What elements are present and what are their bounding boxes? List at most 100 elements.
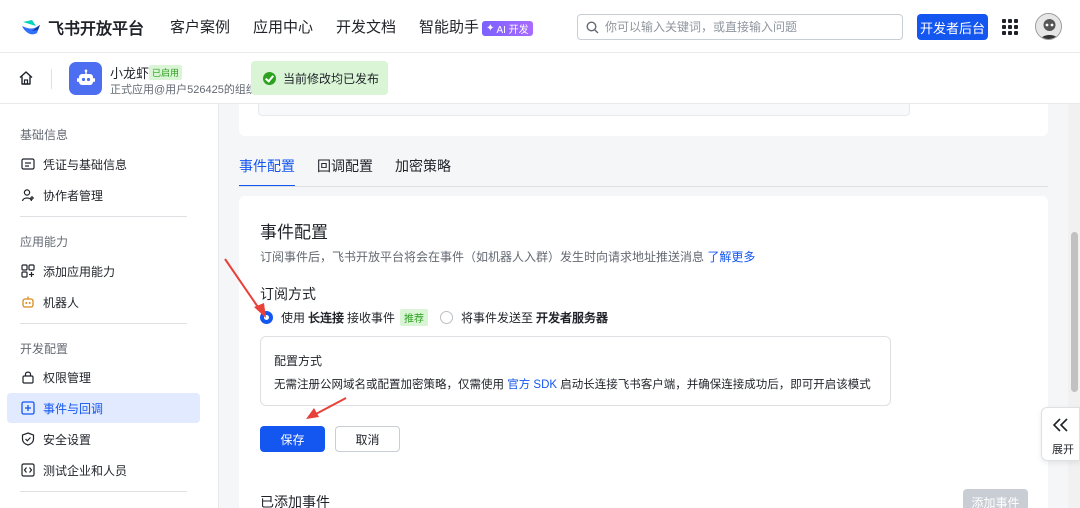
option-server-bold: 开发者服务器 [536,311,609,325]
brand-name: 飞书开放平台 [48,21,145,38]
config-method-text: 无需注册公网域名或配置加密策略，仅需使用 官方 SDK 启动长连接飞书客户端，并… [274,376,871,392]
sidebar-section-capabilities: 应用能力 [20,235,69,249]
config-tabs: 事件配置 回调配置 加密策略 [239,156,473,187]
cancel-button[interactable]: 取消 [335,426,400,452]
sidebar-item-permissions[interactable]: 权限管理 [7,362,200,392]
nav-customer-cases[interactable]: 客户案例 [170,16,230,37]
expand-panel-button[interactable]: 展开 [1041,407,1080,461]
sidebar-item-label: 凭证与基础信息 [43,157,128,172]
user-avatar[interactable] [1035,13,1062,40]
main-content: 事件配置 回调配置 加密策略 事件配置 订阅事件后，飞书开放平台将会在事件（如机… [220,104,1068,508]
search-input[interactable] [605,20,895,34]
top-nav: 飞书开放平台 客户案例 应用中心 开发文档 智能助手✦AI 开发 开发者后台 [0,0,1080,53]
sidebar-item-bot[interactable]: 机器人 [7,287,200,317]
robot-icon [76,69,95,85]
check-circle-icon [263,71,276,85]
feishu-logo-icon [22,20,40,35]
avatar-image [1036,14,1061,39]
sidebar-item-security[interactable]: 安全设置 [7,424,200,454]
sidebar-divider [20,491,187,492]
sidebar-section-dev-config: 开发配置 [20,342,69,356]
publish-status-text: 当前修改均已发布 [283,71,380,86]
sidebar-item-label: 安全设置 [43,432,92,447]
sidebar-item-label: 协作者管理 [43,188,104,203]
home-icon[interactable] [18,70,34,86]
divider [51,69,52,89]
recommend-badge: 推荐 [400,309,429,326]
event-config-title: 事件配置 [260,223,328,242]
option-long-suffix: 接收事件 [347,311,396,325]
nav-dev-docs[interactable]: 开发文档 [336,16,396,37]
learn-more-link[interactable]: 了解更多 [707,250,755,264]
code-icon [20,463,35,478]
app-icon [69,62,102,95]
sidebar-item-label: 机器人 [43,295,80,310]
add-event-button[interactable]: 添加事件 [963,489,1028,508]
nav-smart-assistant[interactable]: 智能助手 ✦ AI 开发 [419,16,533,37]
sidebar-item-add-capability[interactable]: 添加应用能力 [7,256,200,286]
search-box[interactable] [577,14,903,40]
config-method-title: 配置方式 [274,354,323,368]
option-developer-server[interactable]: 将事件发送至 开发者服务器 [440,309,611,326]
sidebar-item-collaborators[interactable]: 协作者管理 [7,180,200,210]
sidebar-item-label: 添加应用能力 [43,264,116,279]
scrollbar-thumb[interactable] [1071,232,1078,392]
official-sdk-link[interactable]: 官方 SDK [507,379,557,391]
save-button[interactable]: 保存 [260,426,325,452]
apps-grid-icon[interactable] [1002,19,1018,35]
lock-icon [20,370,35,385]
description-text: 订阅事件后，飞书开放平台将会在事件（如机器人入群）发生时向请求地址推送消息 [260,250,705,264]
app-status-badge: 已启用 [149,65,183,80]
sidebar: 基础信息 凭证与基础信息 协作者管理 应用能力 添加应用能力 机器人 开发配置 … [0,104,219,508]
event-config-description: 订阅事件后，飞书开放平台将会在事件（如机器人入群）发生时向请求地址推送消息 了解… [260,248,755,265]
robot-icon [20,295,35,310]
publish-status-toast: 当前修改均已发布 [251,61,388,95]
sidebar-item-credentials[interactable]: 凭证与基础信息 [7,149,200,179]
app-name: 小龙虾 [110,66,150,81]
radio-long-connection[interactable] [260,311,273,324]
config-text-before: 无需注册公网域名或配置加密策略，仅需使用 [274,379,504,391]
search-icon [586,20,599,33]
sidebar-item-events-callbacks[interactable]: 事件与回调 [7,393,200,423]
double-chevron-left-icon [1052,418,1068,432]
added-events-title: 已添加事件 [260,494,330,508]
sidebar-item-label: 测试企业和人员 [43,463,128,478]
radio-developer-server[interactable] [440,311,453,324]
developer-console-button[interactable]: 开发者后台 [917,14,988,40]
sidebar-item-label: 事件与回调 [43,401,104,416]
ai-badge-label: AI 开发 [496,25,529,36]
previous-card-bottom [239,104,1048,136]
sidebar-divider [20,323,187,324]
sidebar-item-label: 权限管理 [43,370,92,385]
event-config-card: 事件配置 订阅事件后，飞书开放平台将会在事件（如机器人入群）发生时向请求地址推送… [239,196,1048,508]
shield-icon [20,432,35,447]
main-nav: 客户案例 应用中心 开发文档 智能助手 ✦ AI 开发 [170,0,533,53]
tab-event-config[interactable]: 事件配置 [239,156,295,187]
ai-badge: ✦ AI 开发 [482,21,533,36]
tab-encryption[interactable]: 加密策略 [395,156,451,186]
event-icon [20,401,35,416]
option-long-connection[interactable]: 使用 长连接 接收事件 推荐 [260,309,429,326]
option-server-prefix: 将事件发送至 [461,311,534,325]
grid-plus-icon [20,264,35,279]
sidebar-item-test-enterprise[interactable]: 测试企业和人员 [7,455,200,485]
option-long-bold: 长连接 [308,311,345,325]
app-org: 正式应用@用户526425的组织 [110,84,257,96]
sidebar-section-basic: 基础信息 [20,128,69,142]
sidebar-divider [20,216,187,217]
config-method-box: 配置方式 无需注册公网域名或配置加密策略，仅需使用 官方 SDK 启动长连接飞书… [260,336,891,406]
previous-card-inner [258,104,910,116]
tabs-divider [239,186,1048,187]
sparkle-icon: ✦ [486,23,495,34]
option-long-prefix: 使用 [281,311,306,325]
tab-callback-config[interactable]: 回调配置 [317,156,373,186]
id-card-icon [20,157,35,172]
subscribe-method-label: 订阅方式 [260,286,316,302]
brand-logo[interactable]: 飞书开放平台 [20,15,144,39]
user-add-icon [20,188,35,203]
config-text-after: 启动长连接飞书客户端，并确保连接成功后，即可开启该模式 [560,379,871,391]
nav-app-center[interactable]: 应用中心 [253,16,313,37]
nav-smart-assistant-label: 智能助手 [419,19,480,36]
app-bar: 小龙虾 已启用 正式应用@用户526425的组织 当前修改均已发布 [0,53,1080,104]
expand-label: 展开 [1052,444,1074,456]
